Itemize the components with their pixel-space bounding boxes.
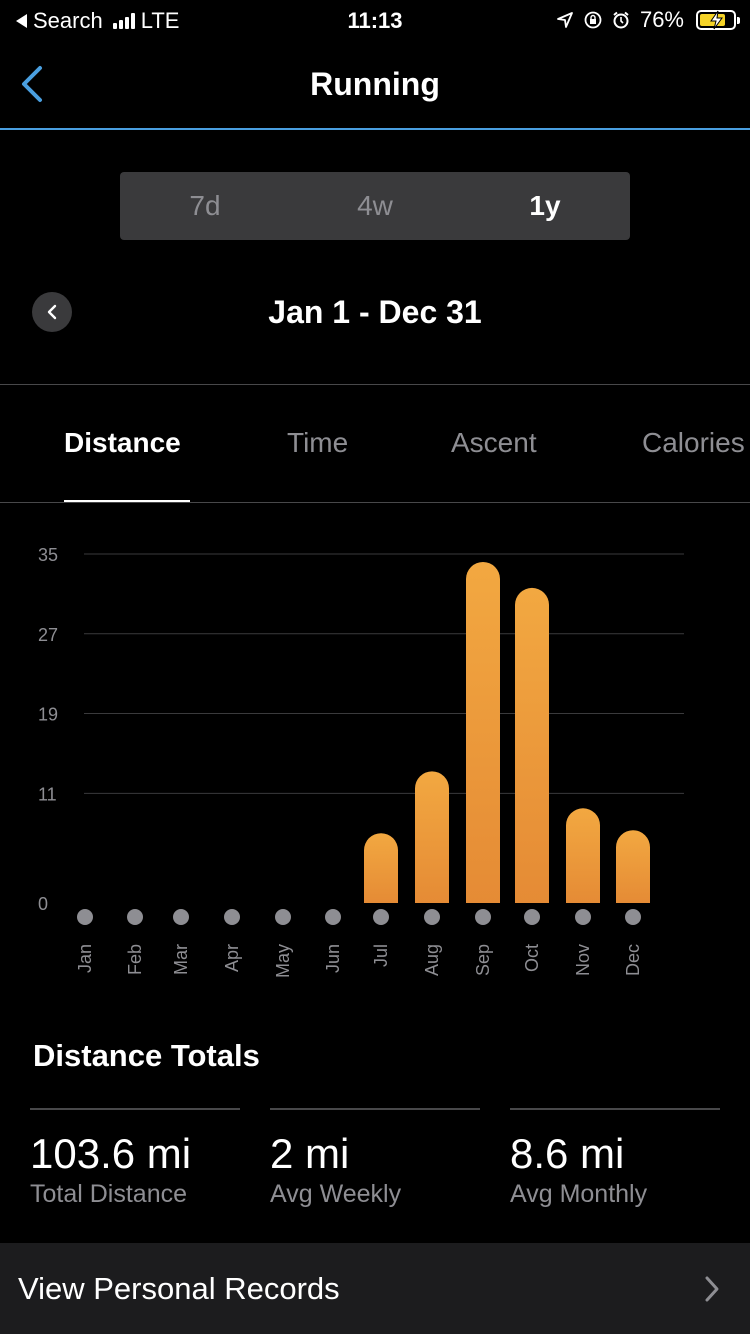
bar-nov[interactable] xyxy=(566,808,600,903)
range-tab-4w[interactable]: 4w xyxy=(290,172,460,240)
orientation-lock-icon xyxy=(584,11,602,29)
x-tick-label: Jun xyxy=(323,944,343,973)
x-tick-label: Mar xyxy=(171,944,191,975)
distance-chart: 0 11 19 27 35 Jan Feb Mar Apr May Jun Jul Aug Sep Oct N… xyxy=(0,530,750,1000)
totals-title: Distance Totals xyxy=(33,1038,260,1073)
y-tick-label: 0 xyxy=(38,894,48,914)
month-marker-sep[interactable] xyxy=(475,909,491,925)
stat-value: 2 mi xyxy=(270,1130,350,1177)
x-tick-label: Oct xyxy=(522,944,542,972)
y-tick-label: 35 xyxy=(38,545,58,565)
alarm-icon xyxy=(613,11,629,29)
active-tab-indicator xyxy=(64,500,190,502)
month-marker-jan[interactable] xyxy=(77,909,93,925)
stat-avg-weekly: 2 mi Avg Weekly xyxy=(270,1108,480,1209)
month-marker-jul[interactable] xyxy=(373,909,389,925)
charging-bolt-icon xyxy=(710,10,723,30)
x-tick-label: Apr xyxy=(222,944,242,972)
x-tick-label: Nov xyxy=(573,944,593,976)
month-marker-apr[interactable] xyxy=(224,909,240,925)
battery-icon xyxy=(696,10,740,30)
month-marker-mar[interactable] xyxy=(173,909,189,925)
view-personal-records-label: View Personal Records xyxy=(18,1271,340,1306)
month-marker-aug[interactable] xyxy=(424,909,440,925)
x-tick-label: Sep xyxy=(473,944,493,976)
status-right: 76% xyxy=(556,7,740,33)
range-segmented-control: 7d 4w 1y xyxy=(120,172,630,240)
y-tick-label: 19 xyxy=(38,705,58,725)
y-tick-label: 27 xyxy=(38,625,58,645)
bar-oct[interactable] xyxy=(515,587,549,903)
tab-time[interactable]: Time xyxy=(287,427,348,459)
date-range-label: Jan 1 - Dec 31 xyxy=(268,294,482,330)
range-tab-7d[interactable]: 7d xyxy=(120,172,290,240)
page-title: Running xyxy=(310,66,440,102)
x-tick-label: Jul xyxy=(371,944,391,967)
view-personal-records-row[interactable]: View Personal Records xyxy=(0,1243,750,1334)
stat-label: Avg Weekly xyxy=(270,1180,402,1208)
tab-distance[interactable]: Distance xyxy=(64,427,181,459)
stat-avg-monthly: 8.6 mi Avg Monthly xyxy=(510,1108,720,1209)
x-tick-label: Aug xyxy=(422,944,442,976)
x-tick-label: Feb xyxy=(125,944,145,975)
location-arrow-icon xyxy=(557,12,573,28)
stat-value: 103.6 mi xyxy=(30,1130,192,1177)
stat-label: Avg Monthly xyxy=(510,1180,648,1208)
bar-aug[interactable] xyxy=(415,771,449,903)
x-tick-label: Dec xyxy=(623,944,643,976)
month-marker-nov[interactable] xyxy=(575,909,591,925)
x-tick-label: Jan xyxy=(75,944,95,973)
bar-jul[interactable] xyxy=(364,833,398,903)
bar-sep[interactable] xyxy=(466,561,500,903)
bar-chart: 0 11 19 27 35 Jan Feb Mar Apr May Jun Jul Aug Sep Oct N… xyxy=(38,545,684,978)
x-tick-label: May xyxy=(273,944,293,978)
status-bar: Search LTE 11:13 76% xyxy=(0,0,750,40)
bar-dec[interactable] xyxy=(616,830,650,903)
stat-label: Total Distance xyxy=(30,1180,188,1208)
tab-calories[interactable]: Calories xyxy=(642,427,745,459)
month-marker-jun[interactable] xyxy=(325,909,341,925)
month-marker-oct[interactable] xyxy=(524,909,540,925)
y-tick-label: 11 xyxy=(38,784,57,804)
range-tab-1y[interactable]: 1y xyxy=(460,172,630,240)
metric-tabs: Distance Time Ascent Calories xyxy=(0,385,750,503)
stat-value: 8.6 mi xyxy=(510,1130,625,1177)
month-marker-feb[interactable] xyxy=(127,909,143,925)
tab-ascent[interactable]: Ascent xyxy=(451,427,537,459)
month-marker-dec[interactable] xyxy=(625,909,641,925)
chevron-right-icon xyxy=(705,1276,719,1302)
month-marker-may[interactable] xyxy=(275,909,291,925)
battery-percent: 76% xyxy=(639,7,684,32)
stat-total-distance: 103.6 mi Total Distance xyxy=(30,1108,240,1209)
nav-bar: Running xyxy=(0,40,750,130)
